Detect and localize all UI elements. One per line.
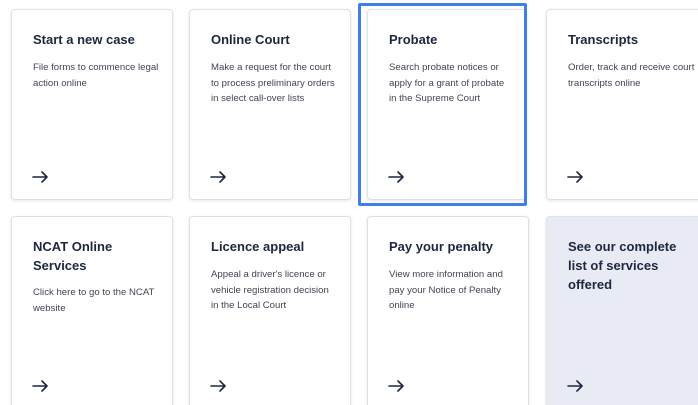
arrow-right-icon[interactable] xyxy=(210,170,228,184)
card-transcripts[interactable]: Transcripts Order, track and receive cou… xyxy=(546,9,698,200)
arrow-right-icon[interactable] xyxy=(388,379,406,393)
card-pay-your-penalty[interactable]: Pay your penalty View more information a… xyxy=(367,216,529,405)
card-description: Make a request for the court to process … xyxy=(211,62,335,104)
card-description: View more information and pay your Notic… xyxy=(389,269,503,311)
card-ncat-online-services[interactable]: NCAT Online Services Click here to go to… xyxy=(11,216,173,405)
card-title: See our complete list of services offere… xyxy=(568,239,677,292)
arrow-right-icon[interactable] xyxy=(388,170,406,184)
card-complete-list-of-services[interactable]: See our complete list of services offere… xyxy=(546,216,698,405)
card-description: Search probate notices or apply for a gr… xyxy=(389,62,505,104)
arrow-right-icon[interactable] xyxy=(210,379,228,393)
services-grid: Start a new case File forms to commence … xyxy=(0,0,698,405)
card-title: Start a new case xyxy=(33,32,135,47)
card-title: Pay your penalty xyxy=(389,239,494,254)
card-start-a-new-case[interactable]: Start a new case File forms to commence … xyxy=(11,9,173,200)
card-probate[interactable]: Probate Search probate notices or apply … xyxy=(367,9,527,200)
card-description: Click here to go to the NCAT website xyxy=(33,287,155,314)
card-title: NCAT Online Services xyxy=(33,239,113,273)
arrow-right-icon[interactable] xyxy=(567,379,585,393)
card-title: Licence appeal xyxy=(211,239,305,254)
card-title: Probate xyxy=(389,32,438,47)
card-title: Online Court xyxy=(211,32,290,47)
card-licence-appeal[interactable]: Licence appeal Appeal a driver's licence… xyxy=(189,216,351,405)
card-description: Appeal a driver's licence or vehicle reg… xyxy=(211,269,329,311)
arrow-right-icon[interactable] xyxy=(32,379,50,393)
arrow-right-icon[interactable] xyxy=(567,170,585,184)
card-description: File forms to commence legal action onli… xyxy=(33,62,159,89)
arrow-right-icon[interactable] xyxy=(32,170,50,184)
card-online-court[interactable]: Online Court Make a request for the cour… xyxy=(189,9,351,200)
card-description: Order, track and receive court transcrip… xyxy=(568,62,695,89)
card-title: Transcripts xyxy=(568,32,639,47)
